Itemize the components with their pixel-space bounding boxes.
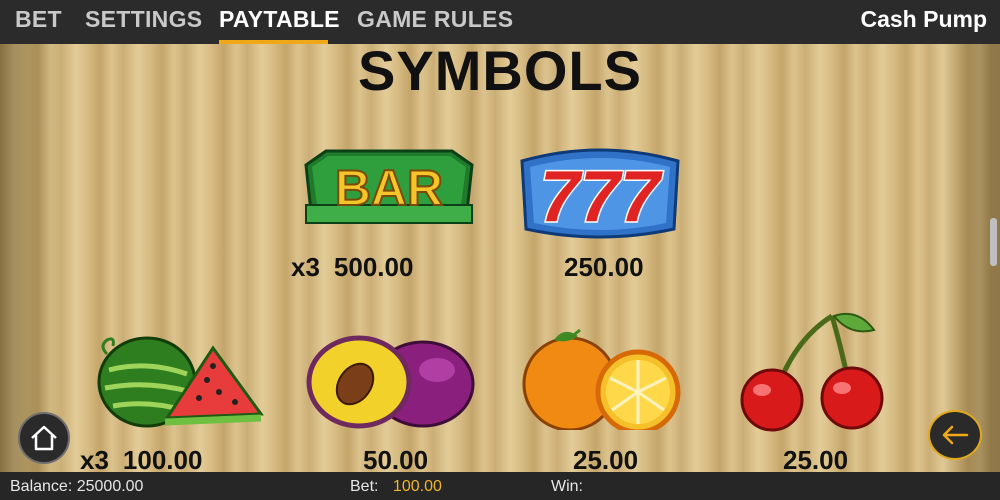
status-bar: Balance: 25000.00 Bet: 100.00 Win: — [0, 472, 1000, 500]
orange-payout: 25.00 — [559, 445, 638, 472]
orange-icon — [522, 328, 681, 430]
seven-payout: 250.00 — [550, 252, 644, 283]
game-title: Cash Pump — [860, 6, 987, 32]
win-display: Win: — [551, 478, 583, 496]
balance-label: Balance: — [10, 478, 73, 495]
page-title: SYMBOLS — [358, 44, 642, 102]
bet-value: 100.00 — [392, 478, 442, 495]
win-label: Win: — [551, 478, 583, 495]
bar-symbol-icon: BAR — [304, 149, 474, 224]
home-button[interactable] — [18, 412, 70, 464]
tab-game-rules[interactable]: GAME RULES — [357, 6, 513, 33]
tab-bet[interactable]: BET — [15, 6, 62, 33]
top-nav-bar: BET SETTINGS PAYTABLE GAME RULES Cash Pu… — [0, 0, 1000, 44]
bar-payout: x3 500.00 — [291, 252, 413, 283]
watermelon-icon — [97, 336, 264, 428]
watermelon-payout: x3 100.00 — [80, 445, 202, 472]
arrow-left-icon — [942, 425, 969, 445]
paytable-panel: SYMBOLS BAR x3 500.00 777 250.00 x3 100.00 — [0, 44, 1000, 472]
cherry-payout-value: 25.00 — [783, 445, 849, 472]
watermelon-payout-value: 100.00 — [122, 445, 203, 472]
bet-label: Bet: — [350, 478, 379, 495]
bar-symbol-text: BAR — [335, 160, 443, 216]
tab-paytable[interactable]: PAYTABLE — [219, 6, 340, 33]
home-icon — [31, 425, 57, 451]
plum-payout-value: 50.00 — [363, 445, 429, 472]
cherry-payout: 25.00 — [769, 445, 848, 472]
bar-multiplier: x3 — [291, 252, 320, 282]
tab-settings[interactable]: SETTINGS — [85, 6, 202, 33]
plum-icon — [306, 335, 475, 429]
back-button[interactable] — [928, 410, 982, 460]
seven-payout-value: 250.00 — [564, 252, 644, 282]
balance-value: 25000.00 — [76, 478, 144, 495]
watermelon-multiplier: x3 — [80, 445, 109, 472]
seven-symbol-icon: 777 — [520, 148, 680, 239]
bet-display: Bet: 100.00 — [350, 478, 442, 496]
orange-payout-value: 25.00 — [573, 445, 639, 472]
seven-symbol-text: 777 — [540, 157, 663, 237]
plum-payout: 50.00 — [349, 445, 428, 472]
scrollbar-thumb[interactable] — [990, 218, 997, 266]
balance-display: Balance: 25000.00 — [10, 478, 143, 496]
bar-payout-value: 500.00 — [333, 252, 414, 282]
cherry-icon — [740, 312, 884, 432]
